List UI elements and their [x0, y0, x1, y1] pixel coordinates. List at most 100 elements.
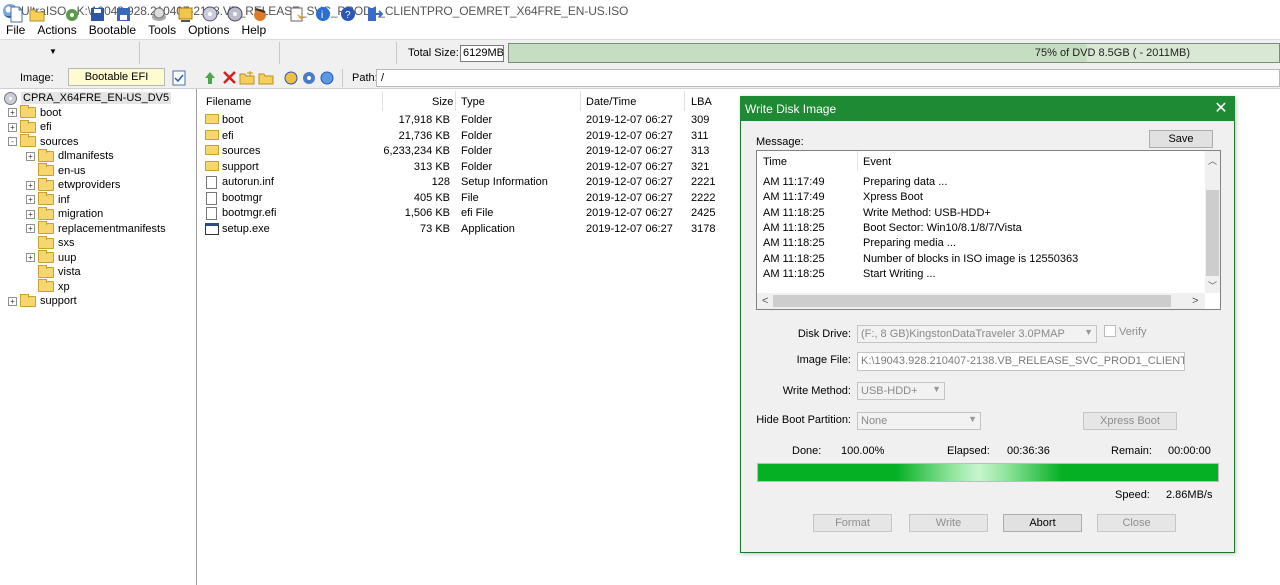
expand-icon[interactable]: + [26, 209, 35, 219]
delete-icon[interactable] [222, 70, 237, 85]
menu-file[interactable]: File [0, 23, 31, 37]
expand-icon[interactable]: + [8, 122, 17, 132]
tree-item[interactable]: + uup [26, 250, 76, 265]
path-field[interactable]: / [376, 69, 1280, 87]
folder-icon [205, 145, 219, 155]
path-label: Path: [352, 72, 378, 84]
checklist-icon[interactable] [172, 70, 186, 86]
file-row[interactable]: support 313 KB Folder 2019-12-07 06:27 321 [205, 160, 740, 175]
tree-spacer[interactable] [26, 282, 35, 291]
menu-tools[interactable]: Tools [142, 23, 182, 37]
tree-item[interactable]: + support [8, 293, 77, 308]
hide-boot-partition-select[interactable]: None ▼ [857, 412, 981, 430]
save-icon[interactable] [89, 6, 106, 23]
tree-item[interactable]: + efi [8, 119, 52, 134]
mount-icon[interactable] [227, 6, 244, 23]
expand-icon[interactable]: + [26, 253, 35, 262]
properties-icon[interactable] [289, 6, 306, 23]
exit-icon[interactable] [366, 6, 383, 23]
expand-icon[interactable]: + [26, 180, 35, 190]
settings-icon[interactable] [301, 70, 317, 85]
tree-item[interactable]: sxs [26, 235, 75, 250]
rename-icon[interactable] [258, 70, 274, 85]
expand-icon[interactable]: + [8, 296, 17, 306]
tree-item[interactable]: - sources [8, 134, 79, 149]
log-header-time[interactable]: Time [763, 156, 787, 168]
log-time: AM 11:17:49 [763, 176, 825, 188]
write-button[interactable]: Write [909, 514, 988, 532]
scroll-right-icon[interactable]: > [1192, 295, 1198, 307]
expand-icon[interactable]: + [8, 108, 17, 117]
col-header-lba[interactable]: LBA [691, 96, 712, 108]
file-row[interactable]: sources 6,233,234 KB Folder 2019-12-07 06:2… [205, 144, 740, 159]
burn-icon[interactable] [177, 6, 194, 23]
file-row[interactable]: setup.exe 73 KB Application 2019-12-07 06:2… [205, 222, 740, 237]
file-row[interactable]: bootmgr.efi 1,506 KB efi File 2019-12-07 06… [205, 206, 740, 221]
col-header-filename[interactable]: Filename [206, 96, 251, 108]
open-folder-icon[interactable] [29, 6, 46, 23]
tree-item[interactable]: xp [26, 279, 70, 294]
help-icon[interactable]: ? [340, 6, 357, 23]
tree-item[interactable]: + boot [8, 105, 61, 120]
menu-help[interactable]: Help [235, 23, 272, 37]
log-event: Number of blocks in ISO image is 1255036… [863, 252, 1079, 265]
log-horizontal-scroll-thumb[interactable] [773, 295, 1171, 307]
log-header-event[interactable]: Event [863, 156, 891, 168]
collapse-icon[interactable]: - [8, 137, 17, 146]
file-row[interactable]: boot 17,918 KB Folder 2019-12-07 06:27 309 [205, 113, 740, 128]
col-header-size[interactable]: Size [432, 96, 453, 108]
tree-item[interactable]: + replacementmanifests [26, 221, 166, 236]
verify-checkbox[interactable] [1104, 325, 1116, 337]
menu-actions[interactable]: Actions [31, 23, 82, 37]
tree-item[interactable]: en-us [26, 163, 86, 178]
expand-icon[interactable]: + [26, 195, 35, 204]
virtual-drive-icon[interactable] [202, 6, 219, 23]
expand-icon[interactable]: + [26, 151, 35, 161]
new-file-icon[interactable] [8, 6, 25, 23]
write-method-select[interactable]: USB-HDD+ ▼ [857, 382, 945, 400]
log-vertical-scroll-thumb[interactable] [1206, 190, 1219, 276]
file-row[interactable]: autorun.inf 128 Setup Information 2019-12-0… [205, 175, 740, 190]
remain-value: 00:00:00 [1168, 445, 1211, 457]
image-type-field[interactable]: Bootable EFI [68, 68, 165, 86]
file-type: Setup Information [461, 176, 548, 188]
refresh-icon[interactable] [283, 70, 299, 85]
compress-icon[interactable] [252, 6, 269, 23]
cd-drive-icon[interactable] [151, 6, 168, 23]
tree-spacer[interactable] [26, 268, 35, 277]
tree-item[interactable]: + migration [26, 206, 103, 221]
close-button[interactable]: Close [1097, 514, 1176, 532]
scroll-left-icon[interactable]: < [762, 295, 768, 307]
file-row[interactable]: bootmgr 405 KB File 2019-12-07 06:27 2222 [205, 191, 740, 206]
scroll-up-icon[interactable]: ︿ [1208, 154, 1217, 167]
col-header-type[interactable]: Type [461, 96, 485, 108]
info-icon[interactable]: i [315, 6, 332, 23]
xpress-boot-button[interactable]: Xpress Boot [1083, 412, 1177, 430]
go-up-icon[interactable] [203, 70, 218, 85]
open-dropdown-icon[interactable]: ▼ [49, 47, 57, 56]
tree-item[interactable]: + dlmanifests [26, 148, 114, 163]
tree-spacer[interactable] [26, 166, 35, 175]
close-icon[interactable]: ✕ [1212, 100, 1230, 118]
disk-drive-select[interactable]: (F:, 8 GB)KingstonDataTraveler 3.0PMAP ▼ [857, 325, 1097, 343]
expand-icon[interactable]: + [26, 224, 35, 233]
scroll-down-icon[interactable]: ﹀ [1208, 279, 1217, 292]
menu-bootable[interactable]: Bootable [83, 23, 142, 37]
save-as-icon[interactable] [115, 6, 132, 23]
format-button[interactable]: Format [813, 514, 892, 532]
tree-item[interactable]: vista [26, 264, 81, 279]
col-header-date[interactable]: Date/Time [586, 96, 636, 108]
menu-options[interactable]: Options [182, 23, 235, 37]
tree-item[interactable]: + inf [26, 192, 70, 207]
view-icon[interactable] [319, 70, 335, 85]
tree-item[interactable]: + etwproviders [26, 177, 120, 192]
image-file-field[interactable]: K:\19043.928.210407-2138.VB_RELEASE_SVC_… [857, 352, 1185, 371]
abort-button[interactable]: Abort [1003, 514, 1082, 532]
file-size: 313 KB [413, 160, 450, 173]
tree-item[interactable]: CPRA_X64FRE_EN-US_DV5 [4, 91, 172, 105]
tree-spacer[interactable] [26, 239, 35, 248]
save-button[interactable]: Save [1149, 130, 1213, 148]
file-row[interactable]: efi 21,736 KB Folder 2019-12-07 06:27 311 [205, 129, 740, 144]
new-folder-icon[interactable] [239, 70, 255, 85]
extract-icon[interactable] [64, 6, 81, 23]
